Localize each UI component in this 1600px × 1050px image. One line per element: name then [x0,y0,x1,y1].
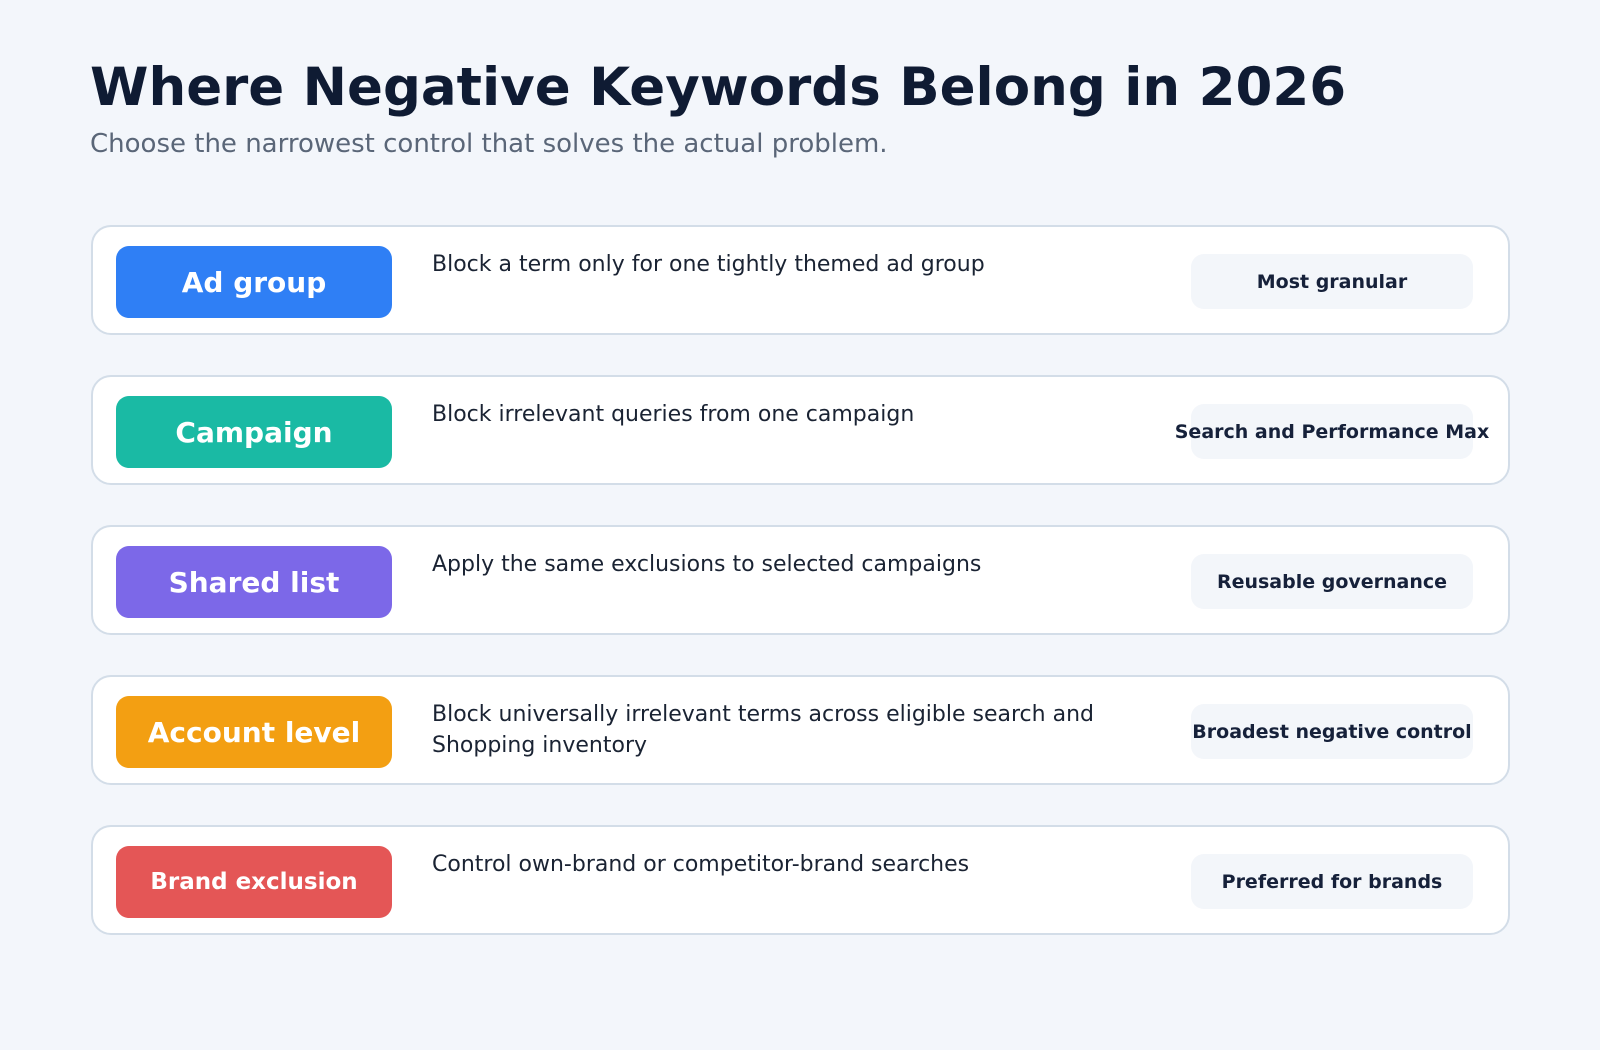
scope-label: Broadest negative control [1192,720,1472,743]
control-description: Block universally irrelevant terms acros… [432,702,1094,758]
control-level-tag: Ad group [116,246,392,318]
control-description: Apply the same exclusions to selected ca… [432,552,982,577]
scope-label: Most granular [1256,270,1408,293]
control-description: Control own-brand or competitor-brand se… [432,852,970,877]
control-level-tag: Brand exclusion [116,846,392,918]
page-title: Where Negative Keywords Belong in 2026 [90,57,1347,118]
control-description: Block irrelevant queries from one campai… [432,402,915,427]
control-description: Block a term only for one tightly themed… [432,252,985,277]
control-row-shared-list: Shared list Apply the same exclusions to… [91,525,1510,635]
control-row-account-level: Account level Block universally irreleva… [91,675,1510,785]
control-row-ad-group: Ad group Block a term only for one tight… [91,225,1510,335]
page-subtitle: Choose the narrowest control that solves… [90,129,888,159]
scope-label: Preferred for brands [1221,870,1443,893]
scope-label: Search and Performance Max [1174,420,1490,443]
control-level-tag: Campaign [116,396,392,468]
control-row-campaign: Campaign Block irrelevant queries from o… [91,375,1510,485]
control-row-brand-exclusion: Brand exclusion Control own-brand or com… [91,825,1510,935]
control-level-tag: Account level [116,696,392,768]
control-level-tag: Shared list [116,546,392,618]
control-level-list: Ad group Block a term only for one tight… [91,225,1510,975]
scope-label: Reusable governance [1216,570,1448,593]
